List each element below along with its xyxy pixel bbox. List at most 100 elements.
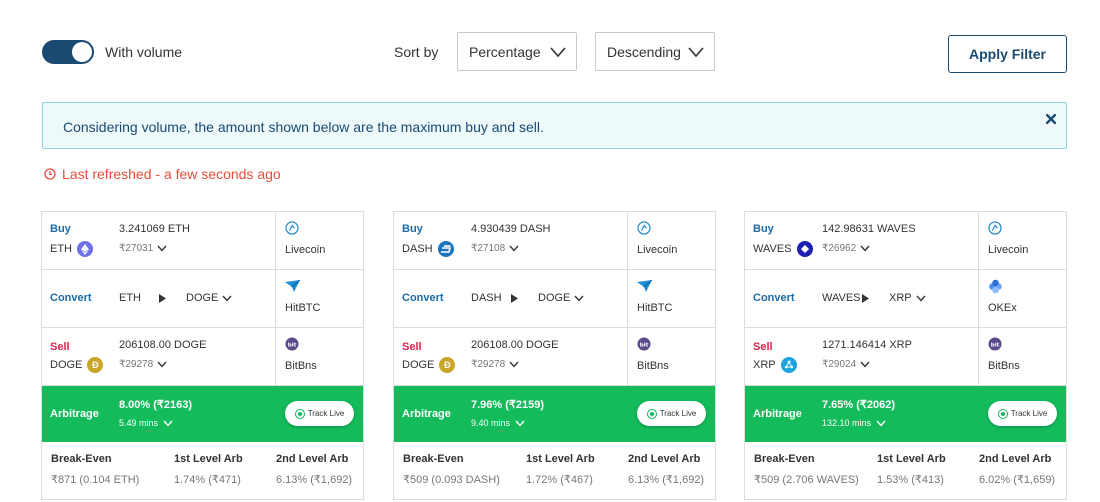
sort-field-select[interactable]: Percentage [457,32,577,71]
sort-order-select[interactable]: Descending [595,32,715,71]
second-arb-label: 2nd Level Arb [628,453,701,465]
sell-price: ₹29278 [119,359,154,370]
chevron-down-icon [157,361,167,368]
break-even-label: Break-Even [754,453,815,465]
second-level-arb: 2nd Level Arb 6.13% (₹1,692) [276,453,352,486]
sell-coin: DOGE Ð [402,357,456,373]
convert-to-dropdown[interactable]: XRP [889,292,926,304]
arbitrage-time: 5.49 mins [119,418,159,428]
sell-label: Sell [402,341,422,353]
banner-message: Considering volume, the amount shown bel… [63,119,544,135]
track-live-label: Track Live [659,409,697,418]
sell-row: Sell DOGE Ð 206108.00 DOGE ₹29278 bit Bi… [42,328,363,386]
track-live-label: Track Live [1010,409,1048,418]
sell-coin: XRP [753,357,797,373]
first-arb-value: 1.53% (₹413) [877,474,944,486]
chevron-down-icon [515,420,525,427]
live-dot-icon [294,408,305,419]
sell-price-dropdown[interactable]: ₹29278 [119,359,167,370]
dash-icon [437,241,454,257]
buy-row: Buy WAVES 142.98631 WAVES ₹26962 Livecoi… [745,212,1066,270]
first-arb-label: 1st Level Arb [174,453,243,465]
convert-exchange: HitBTC [637,302,673,314]
info-banner: Considering volume, the amount shown bel… [42,102,1067,149]
svg-text:bit: bit [640,342,649,348]
with-volume-label: With volume [105,44,183,60]
convert-label: Convert [753,292,795,304]
break-even: Break-Even ₹509 (0.093 DASH) [403,453,500,486]
convert-to-dropdown[interactable]: DOGE [186,292,232,304]
sell-coin-symbol: DOGE [402,359,435,371]
divider [275,270,276,327]
convert-to-dropdown[interactable]: DOGE [538,292,584,304]
dogecoin-icon: Ð [87,357,104,373]
play-arrow-icon [511,294,518,303]
arbitrage-percent: 7.65% (₹2062) [822,399,896,411]
arbitrage-card-1: Buy ETH 3.241069 ETH ₹27031 Livecoin Con… [41,211,364,500]
arbitrage-time-dropdown[interactable]: 132.10 mins [822,418,886,428]
sell-price: ₹29278 [471,359,506,370]
buy-price-dropdown[interactable]: ₹27108 [471,243,519,254]
arbitrage-time-dropdown[interactable]: 9.40 mins [471,418,525,428]
buy-coin-symbol: WAVES [753,243,792,255]
sell-price-dropdown[interactable]: ₹29278 [471,359,519,370]
arbitrage-label: Arbitrage [402,408,451,420]
clock-icon [44,168,56,180]
chevron-down-icon [574,295,584,302]
buy-coin: WAVES [753,241,813,257]
buy-label: Buy [50,223,71,235]
bitbns-icon: bit [988,337,1002,356]
dogecoin-icon: Ð [439,357,456,373]
okex-icon [988,279,1003,299]
chevron-down-icon [163,420,173,427]
hitbtc-icon [637,279,653,297]
arbitrage-percent: 8.00% (₹2163) [119,399,193,411]
break-even-label: Break-Even [51,453,112,465]
bitbns-icon: bit [637,337,651,356]
buy-price-dropdown[interactable]: ₹26962 [822,243,870,254]
close-icon[interactable] [1046,114,1056,124]
first-arb-label: 1st Level Arb [526,453,595,465]
convert-to: DOGE [538,292,571,304]
sell-coin-symbol: DOGE [50,359,83,371]
track-live-button[interactable]: Track Live [285,401,354,426]
arbitrage-time-dropdown[interactable]: 5.49 mins [119,418,173,428]
sell-amount: 1271.146414 XRP [822,339,912,351]
hitbtc-icon [285,279,301,297]
svg-text:bit: bit [991,342,1000,348]
sell-exchange: BitBns [988,360,1020,372]
arbitrage-percent: 7.96% (₹2159) [471,399,545,411]
apply-filter-button[interactable]: Apply Filter [948,35,1067,73]
divider [978,270,979,327]
divider [627,212,628,269]
first-level-arb: 1st Level Arb 1.53% (₹413) [877,453,946,486]
buy-coin: ETH [50,241,93,257]
last-refreshed: Last refreshed - a few seconds ago [44,166,281,182]
footer-row: Break-Even ₹871 (0.104 ETH) 1st Level Ar… [42,442,363,500]
sell-coin-symbol: XRP [753,359,776,371]
buy-coin: DASH [402,241,454,257]
convert-exchange: HitBTC [285,302,321,314]
track-live-button[interactable]: Track Live [988,401,1057,426]
buy-exchange: Livecoin [637,244,678,256]
divider [978,212,979,269]
livecoin-icon [988,221,1002,235]
waves-icon [796,241,813,257]
convert-from: WAVES [822,292,861,304]
buy-price-dropdown[interactable]: ₹27031 [119,243,167,254]
sell-price-dropdown[interactable]: ₹29024 [822,359,870,370]
arbitrage-row: Arbitrage 7.96% (₹2159) 9.40 mins Track … [394,386,715,442]
sell-amount: 206108.00 DOGE [471,339,559,351]
break-even-value: ₹509 (0.093 DASH) [403,474,500,486]
break-even: Break-Even ₹509 (2.706 WAVES) [754,453,859,486]
chevron-down-icon [550,47,566,58]
arbitrage-label: Arbitrage [753,408,802,420]
track-live-button[interactable]: Track Live [637,401,706,426]
convert-row: Convert ETH DOGE HitBTC [42,270,363,328]
convert-to: XRP [889,292,912,304]
chevron-down-icon [876,420,886,427]
break-even: Break-Even ₹871 (0.104 ETH) [51,453,139,486]
first-level-arb: 1st Level Arb 1.72% (₹467) [526,453,595,486]
chevron-down-icon [222,295,232,302]
with-volume-toggle[interactable] [42,40,94,64]
